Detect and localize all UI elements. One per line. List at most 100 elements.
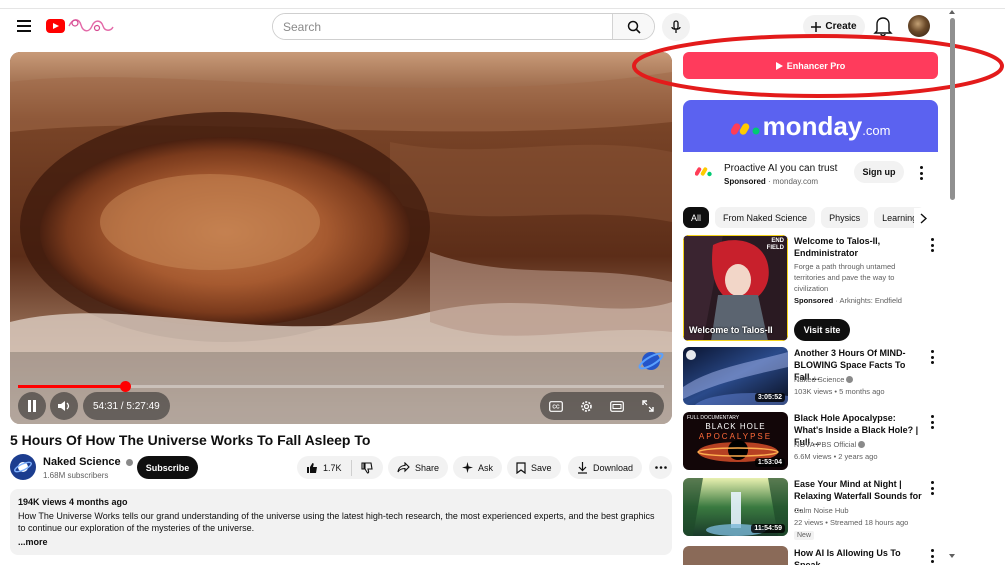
rec-channel[interactable]: Calm Noise Hub bbox=[794, 505, 924, 516]
hamburger-menu-icon[interactable] bbox=[12, 14, 36, 38]
recommendation-item[interactable]: 11:54:59 Ease Your Mind at Night | Relax… bbox=[683, 478, 938, 540]
rec-meta: 6.6M views • 2 years ago bbox=[794, 452, 878, 461]
ad-card[interactable]: Proactive AI you can trust Sponsored · m… bbox=[683, 152, 938, 196]
share-icon bbox=[397, 462, 410, 473]
like-dislike-group: 1.7K bbox=[297, 456, 383, 479]
recommendation-item[interactable]: 3:05:52 Another 3 Hours Of MIND-BLOWING … bbox=[683, 347, 938, 407]
recommendation-item[interactable]: FULL DOCUMENTARY BLACK HOLE APOCALYPSE 1… bbox=[683, 412, 938, 472]
account-avatar[interactable] bbox=[908, 15, 930, 37]
theater-mode-icon bbox=[610, 400, 625, 412]
space-facts-thumbnail[interactable]: 3:05:52 bbox=[683, 347, 788, 405]
sponsored-recommendation[interactable]: END FIELD Welcome to Talos-II Welcome to… bbox=[683, 235, 938, 343]
more-actions-button[interactable] bbox=[649, 456, 672, 479]
black-hole-thumbnail[interactable]: FULL DOCUMENTARY BLACK HOLE APOCALYPSE 1… bbox=[683, 412, 788, 470]
rec-menu-kebab-icon[interactable] bbox=[930, 238, 934, 252]
ad-menu-kebab-icon[interactable] bbox=[919, 166, 923, 180]
notifications-bell-icon[interactable] bbox=[873, 15, 893, 37]
endfield-thumbnail[interactable]: END FIELD Welcome to Talos-II bbox=[683, 235, 788, 341]
page-scrollbar[interactable] bbox=[947, 8, 957, 565]
scrollbar-thumb[interactable] bbox=[950, 18, 955, 200]
rec-title[interactable]: How AI Is Allowing Us To Speak bbox=[794, 547, 922, 565]
rec-channel[interactable]: Naked Science bbox=[794, 374, 924, 385]
show-more-link[interactable]: ...more bbox=[18, 536, 664, 548]
monday-ad-banner[interactable]: monday .com bbox=[683, 100, 938, 152]
channel-watermark-icon[interactable] bbox=[638, 348, 664, 374]
search-icon bbox=[627, 20, 641, 34]
share-button[interactable]: Share bbox=[388, 456, 449, 479]
video-player[interactable]: 54:31 / 5:27:49 CC bbox=[10, 52, 672, 424]
video-duration: 1:53:04 bbox=[754, 458, 785, 467]
visit-site-button[interactable]: Visit site bbox=[794, 319, 850, 341]
thumbs-down-icon[interactable] bbox=[360, 461, 373, 474]
thumb-caption-line2: APOCALYPSE bbox=[698, 432, 773, 441]
ad-domain: monday.com bbox=[772, 177, 819, 186]
time-readout: 54:31 / 5:27:49 bbox=[93, 400, 160, 412]
pause-button[interactable] bbox=[18, 392, 46, 420]
microphone-icon bbox=[671, 20, 681, 33]
rec-menu-kebab-icon[interactable] bbox=[930, 350, 934, 364]
new-badge: New bbox=[794, 531, 815, 540]
rec-menu-kebab-icon[interactable] bbox=[930, 481, 934, 495]
volume-button[interactable] bbox=[50, 392, 78, 420]
monday-small-logo-icon bbox=[695, 167, 712, 177]
channel-name[interactable]: Naked Science bbox=[43, 456, 133, 468]
endfield-caption: Welcome to Talos-II bbox=[689, 325, 773, 335]
description-box[interactable]: 194K views 4 months ago How The Universe… bbox=[10, 489, 672, 555]
like-count[interactable]: 1.7K bbox=[323, 463, 342, 473]
ask-label: Ask bbox=[478, 462, 494, 473]
download-button[interactable]: Download bbox=[568, 456, 643, 479]
save-label: Save bbox=[531, 462, 552, 473]
scroll-down-arrow-icon[interactable] bbox=[947, 552, 957, 560]
rec-menu-kebab-icon[interactable] bbox=[930, 549, 934, 563]
share-label: Share bbox=[415, 462, 440, 473]
save-button[interactable]: Save bbox=[507, 456, 561, 479]
enhancer-pro-button[interactable]: Enhancer Pro bbox=[683, 52, 938, 79]
scroll-up-arrow-icon[interactable] bbox=[947, 8, 957, 16]
captions-button[interactable]: CC bbox=[542, 392, 570, 420]
fullscreen-button[interactable] bbox=[634, 392, 662, 420]
channel-name-text: Naked Science bbox=[43, 456, 121, 468]
subscribe-button[interactable]: Subscribe bbox=[137, 456, 198, 479]
voice-search-button[interactable] bbox=[662, 13, 690, 41]
settings-button[interactable] bbox=[573, 392, 601, 420]
waterfall-thumbnail[interactable]: 11:54:59 bbox=[683, 478, 788, 536]
ai-speak-thumbnail[interactable] bbox=[683, 546, 788, 565]
naked-science-logo-icon bbox=[14, 461, 32, 473]
rec-channel[interactable]: NOVA PBS Official bbox=[794, 439, 924, 450]
recommendation-item[interactable]: How AI Is Allowing Us To Speak bbox=[683, 546, 938, 565]
search-input[interactable] bbox=[273, 14, 612, 39]
channel-avatar[interactable] bbox=[10, 454, 36, 480]
thumbs-up-icon[interactable] bbox=[306, 462, 318, 474]
sparkle-icon bbox=[462, 462, 473, 473]
search-button[interactable] bbox=[612, 14, 654, 39]
gear-icon bbox=[581, 400, 592, 412]
chip-all[interactable]: All bbox=[683, 207, 710, 228]
create-button[interactable]: Create bbox=[803, 15, 865, 38]
chip-physics[interactable]: Physics bbox=[821, 207, 869, 228]
progress-bar[interactable] bbox=[18, 381, 664, 392]
sign-up-button[interactable]: Sign up bbox=[854, 161, 904, 183]
thumb-caption-line1: BLACK HOLE bbox=[705, 422, 766, 431]
theater-mode-button[interactable] bbox=[603, 392, 631, 420]
progress-played bbox=[18, 385, 126, 388]
more-horizontal-icon bbox=[654, 466, 667, 469]
thumb-top-label: FULL DOCUMENTARY bbox=[687, 415, 740, 421]
time-display: 54:31 / 5:27:49 bbox=[83, 392, 170, 420]
youtube-doodle-logo[interactable] bbox=[45, 15, 115, 37]
endfield-badge: END FIELD bbox=[766, 238, 784, 251]
plus-icon bbox=[811, 21, 822, 32]
ask-button[interactable]: Ask bbox=[453, 456, 503, 479]
svg-text:CC: CC bbox=[552, 404, 560, 410]
rec-channel-name: NOVA PBS Official bbox=[794, 440, 857, 449]
download-label: Download bbox=[593, 462, 634, 473]
rec-menu-kebab-icon[interactable] bbox=[930, 415, 934, 429]
chips-next-button[interactable] bbox=[914, 208, 932, 228]
ad-sponsored-label: Sponsored bbox=[724, 177, 766, 186]
rec-channel-name: Naked Science bbox=[794, 375, 845, 384]
verified-check-icon bbox=[846, 376, 854, 383]
video-duration: 3:05:52 bbox=[754, 393, 785, 402]
video-frame-jupiter bbox=[10, 52, 672, 424]
chip-from-naked-science[interactable]: From Naked Science bbox=[715, 207, 816, 228]
monday-brand-word: monday bbox=[762, 110, 863, 141]
rec-title[interactable]: Welcome to Talos-II, Endministrator bbox=[794, 235, 922, 259]
